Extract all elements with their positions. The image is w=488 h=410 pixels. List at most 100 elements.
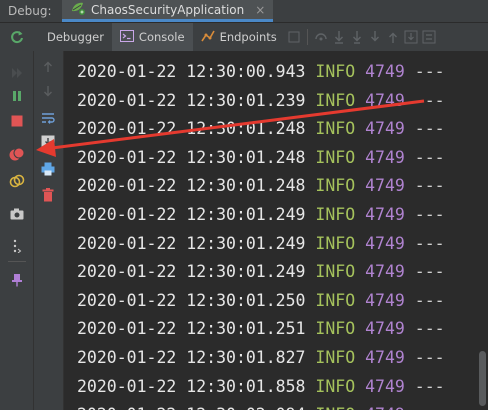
camera-icon bbox=[10, 208, 24, 220]
tab-console-label: Console bbox=[138, 30, 185, 44]
tab-console[interactable]: Console bbox=[111, 23, 193, 51]
log-line: 2020-01-22 12:30:01.827 INFO 4749 --- bbox=[77, 348, 445, 368]
step-out-icon[interactable] bbox=[384, 28, 402, 46]
scroll-up-button[interactable] bbox=[37, 56, 59, 78]
log-pid: 4749 bbox=[365, 348, 405, 367]
log-line: 2020-01-22 12:30:01.249 INFO 4749 --- bbox=[77, 205, 445, 225]
tab-debugger-label: Debugger bbox=[47, 30, 104, 44]
console-scrollbar-thumb[interactable] bbox=[479, 351, 486, 406]
log-level: INFO bbox=[315, 119, 356, 139]
scroll-to-end-icon bbox=[41, 135, 55, 149]
stop-disabled-button[interactable] bbox=[6, 62, 28, 84]
log-pid: 4749 bbox=[365, 262, 405, 282]
mute-breakpoints-button[interactable] bbox=[6, 170, 28, 192]
log-pid: 4749 bbox=[365, 205, 405, 224]
soft-wrap-icon bbox=[42, 113, 55, 124]
log-line: 2020-01-22 12:30:01.249 INFO 4749 --- bbox=[77, 234, 445, 254]
rerun-icon bbox=[10, 31, 23, 44]
log-separator: --- bbox=[414, 233, 445, 253]
tab-debugger[interactable]: Debugger bbox=[39, 23, 112, 51]
arrow-up-icon bbox=[44, 61, 52, 72]
log-line: 2020-01-22 12:30:01.248 INFO 4749 --- bbox=[77, 176, 445, 196]
log-separator: --- bbox=[414, 376, 445, 396]
log-line: 2020-01-22 12:30:01.249 INFO 4749 --- bbox=[77, 262, 445, 282]
console-actions-strip bbox=[34, 51, 64, 410]
log-line: 2020-01-22 12:30:01.858 INFO 4749 --- bbox=[77, 377, 445, 397]
show-execution-point-icon[interactable] bbox=[312, 28, 330, 46]
stop-button[interactable] bbox=[6, 110, 28, 132]
step-over-icon[interactable] bbox=[330, 28, 348, 46]
log-separator: --- bbox=[414, 147, 445, 167]
log-line: 2020-01-22 12:30:01.239 INFO 4749 --- bbox=[77, 91, 445, 111]
log-timestamp: 2020-01-22 12:30:01.827 bbox=[77, 348, 306, 367]
log-timestamp: 2020-01-22 12:30:01.249 bbox=[77, 205, 306, 224]
log-level: INFO bbox=[315, 62, 356, 81]
pin-tab-button[interactable] bbox=[6, 269, 28, 291]
tab-endpoints[interactable]: Endpoints bbox=[193, 23, 285, 51]
rerun-button[interactable] bbox=[0, 30, 33, 44]
print-button[interactable] bbox=[37, 158, 59, 180]
debug-tool-window: Debug: ChaosSecurityApplication × Debugg… bbox=[0, 0, 488, 410]
log-line: 2020-01-22 12:30:01.248 INFO 4749 --- bbox=[77, 119, 445, 139]
print-icon bbox=[41, 162, 55, 176]
log-level: INFO bbox=[315, 147, 356, 167]
view-breakpoints-button[interactable] bbox=[6, 143, 28, 165]
log-pid: 4749 bbox=[365, 319, 405, 339]
log-pid: 4749 bbox=[365, 405, 405, 410]
resume-button[interactable] bbox=[6, 85, 28, 107]
force-step-into-icon[interactable] bbox=[366, 28, 384, 46]
log-separator: --- bbox=[414, 119, 445, 139]
log-timestamp: 2020-01-22 12:30:01.249 bbox=[77, 262, 306, 282]
log-level: INFO bbox=[315, 290, 356, 310]
log-timestamp: 2020-01-22 12:30:01.251 bbox=[77, 319, 306, 339]
pin-icon bbox=[12, 274, 22, 287]
console-icon bbox=[119, 29, 134, 45]
log-separator: --- bbox=[414, 348, 445, 367]
log-separator: --- bbox=[414, 205, 445, 224]
more-options-button[interactable] bbox=[6, 235, 28, 257]
log-separator: --- bbox=[414, 62, 445, 81]
log-separator: --- bbox=[414, 90, 445, 110]
log-separator: --- bbox=[415, 405, 445, 410]
debug-label: Debug: bbox=[8, 4, 52, 18]
log-level: INFO bbox=[315, 405, 355, 410]
debug-actions-strip bbox=[0, 51, 34, 410]
log-timestamp: 2020-01-22 12:30:01.248 bbox=[77, 176, 306, 196]
log-separator: --- bbox=[414, 319, 445, 339]
tab-endpoints-label: Endpoints bbox=[219, 30, 277, 44]
run-to-cursor-icon[interactable] bbox=[402, 28, 420, 46]
scroll-to-end-button[interactable] bbox=[37, 131, 59, 153]
console-output[interactable]: 2020-01-22 12:30:00.943 INFO 4749 --- 202… bbox=[64, 51, 488, 410]
stop-icon bbox=[11, 115, 23, 127]
log-timestamp: 2020-01-22 12:30:01.248 bbox=[77, 147, 306, 167]
log-level: INFO bbox=[315, 233, 356, 253]
scroll-down-button[interactable] bbox=[37, 80, 59, 102]
evaluate-expression-icon[interactable] bbox=[420, 28, 438, 46]
log-level: INFO bbox=[315, 262, 356, 282]
log-separator: --- bbox=[414, 290, 445, 310]
log-line: 2020-01-22 12:30:01.250 INFO 4749 --- bbox=[77, 291, 445, 311]
log-timestamp: 2020-01-22 12:30:01.858 bbox=[77, 376, 306, 396]
console-scrollbar[interactable] bbox=[476, 51, 488, 410]
log-level: INFO bbox=[315, 176, 356, 196]
soft-wrap-button[interactable] bbox=[37, 107, 59, 129]
log-separator: --- bbox=[414, 262, 445, 282]
log-line: 2020-01-22 12:30:01.251 INFO 4749 --- bbox=[77, 319, 445, 339]
clear-all-button[interactable] bbox=[37, 184, 59, 206]
log-level: INFO bbox=[315, 205, 356, 224]
log-line: 2020-01-22 12:30:01.248 INFO 4749 --- bbox=[77, 148, 445, 168]
log-level: INFO bbox=[315, 319, 356, 339]
log-separator: --- bbox=[414, 176, 445, 196]
run-config-tab[interactable]: ChaosSecurityApplication × bbox=[62, 0, 274, 22]
run-config-tab-label: ChaosSecurityApplication bbox=[91, 2, 245, 17]
log-timestamp: 2020-01-22 12:30:01.250 bbox=[77, 290, 306, 310]
log-timestamp: 2020-01-22 12:30:01.249 bbox=[77, 233, 306, 253]
close-tab-icon[interactable]: × bbox=[255, 3, 265, 17]
step-into-icon[interactable] bbox=[348, 28, 366, 46]
arrow-down-icon bbox=[44, 86, 52, 97]
spring-boot-debug-icon bbox=[70, 0, 86, 19]
get-thread-dump-button[interactable] bbox=[6, 203, 28, 225]
strip-separator bbox=[8, 261, 26, 262]
restore-layout-icon[interactable] bbox=[285, 28, 303, 46]
debug-toolbar: Debugger Console Endpoints bbox=[0, 23, 488, 52]
